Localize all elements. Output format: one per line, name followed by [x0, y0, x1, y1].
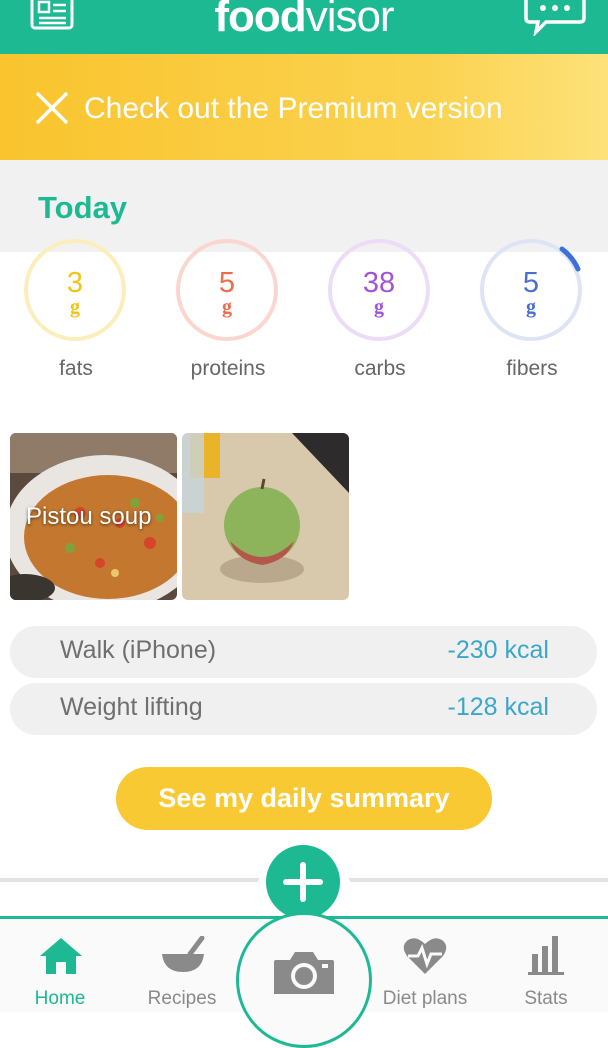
- fats-value: 3: [66, 267, 84, 299]
- heart-pulse-icon[interactable]: [402, 936, 448, 976]
- activity-name: Walk (iPhone): [60, 636, 217, 664]
- tab-home-label[interactable]: Home: [20, 988, 100, 1010]
- activity-row[interactable]: Walk (iPhone) -230 kcal: [10, 626, 597, 678]
- proteins-label: proteins: [190, 357, 266, 380]
- tab-stats-label[interactable]: Stats: [506, 988, 586, 1010]
- newspaper-icon[interactable]: [30, 0, 76, 30]
- premium-banner-text[interactable]: Check out the Premium version: [84, 90, 503, 128]
- proteins-value: 5: [218, 267, 236, 299]
- carbs-unit: g: [374, 296, 384, 318]
- activity-kcal: -128 kcal: [447, 693, 549, 721]
- proteins-unit: g: [222, 296, 232, 318]
- activity-name: Weight lifting: [60, 693, 203, 721]
- date-label[interactable]: Today: [38, 190, 127, 226]
- bowl-icon[interactable]: [160, 936, 206, 974]
- tab-recipes-label[interactable]: Recipes: [138, 988, 226, 1010]
- activity-row[interactable]: Weight lifting -128 kcal: [10, 683, 597, 735]
- app-logo: foodvisor: [214, 0, 394, 41]
- bar-chart-icon[interactable]: [526, 934, 566, 976]
- fibers-value: 5: [522, 267, 540, 299]
- fibers-label: fibers: [506, 357, 558, 380]
- plus-icon: [283, 862, 323, 902]
- meal-photo-label: Pistou soup: [26, 503, 152, 530]
- fats-label: fats: [59, 357, 93, 380]
- camera-icon[interactable]: [272, 950, 336, 996]
- fats-unit: g: [70, 296, 80, 318]
- add-button[interactable]: [266, 845, 340, 919]
- apple-image: [182, 433, 349, 600]
- carbs-label: carbs: [354, 357, 406, 380]
- daily-summary-button[interactable]: See my daily summary: [116, 767, 492, 830]
- home-icon[interactable]: [38, 936, 84, 976]
- close-icon[interactable]: [34, 90, 70, 126]
- chat-icon[interactable]: [524, 0, 586, 36]
- fibers-unit: g: [526, 296, 536, 318]
- meal-photo-apple[interactable]: [182, 433, 349, 600]
- tab-diet-plans-label[interactable]: Diet plans: [372, 988, 478, 1010]
- carbs-value: 38: [362, 267, 396, 299]
- activity-kcal: -230 kcal: [447, 636, 549, 664]
